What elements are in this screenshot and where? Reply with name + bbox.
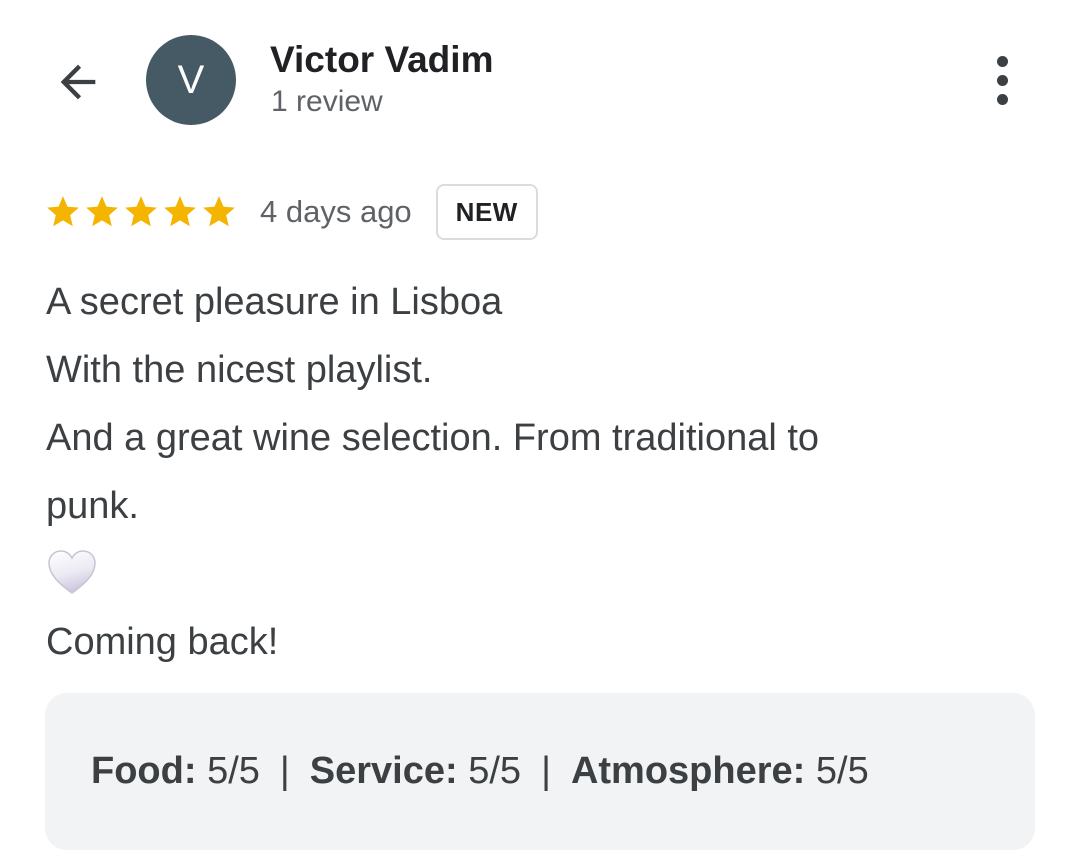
review-text: A secret pleasure in Lisboa With the nic…	[46, 268, 1036, 676]
star-icon	[203, 196, 235, 227]
author-name[interactable]: Victor Vadim	[270, 38, 493, 82]
star-icon	[164, 196, 196, 227]
star-icon	[125, 196, 157, 227]
more-vert-icon	[996, 55, 1008, 67]
more-vert-icon-dot	[996, 93, 1008, 105]
star-rating	[44, 193, 238, 231]
rating-row: 4 days ago NEW	[44, 182, 538, 242]
star-icon	[47, 196, 79, 227]
star-icon	[86, 196, 118, 227]
emoji-line	[46, 540, 1036, 608]
review-line: With the nicest playlist.	[46, 349, 433, 391]
more-vert-icon-dot	[996, 74, 1008, 86]
food-rating: Food: 5/5	[91, 750, 260, 793]
service-rating-label: Service:	[309, 750, 458, 792]
review-line: A secret pleasure in Lisboa	[46, 281, 503, 323]
more-options-button[interactable]	[978, 50, 1026, 110]
arrow-back-icon	[60, 64, 96, 100]
sub-ratings-panel: Food: 5/5 | Service: 5/5 | Atmosphere: 5…	[45, 693, 1035, 850]
new-badge: NEW	[435, 184, 538, 240]
atmosphere-rating: Atmosphere: 5/5	[571, 750, 869, 793]
avatar[interactable]: V	[146, 35, 236, 125]
review-line: And a great wine selection. From traditi…	[46, 417, 820, 459]
review-page: V Victor Vadim 1 review 4 days ago NEW A…	[0, 0, 1080, 864]
food-rating-value: 5/5	[207, 750, 260, 792]
author-review-count: 1 review	[271, 85, 383, 118]
review-time: 4 days ago	[260, 194, 412, 229]
service-rating: Service: 5/5	[310, 750, 521, 793]
separator: |	[279, 750, 290, 792]
review-line: punk.	[46, 485, 139, 527]
avatar-initial: V	[177, 57, 205, 102]
atmosphere-rating-value: 5/5	[815, 750, 869, 792]
service-rating-value: 5/5	[468, 750, 522, 792]
food-rating-label: Food:	[91, 750, 197, 792]
separator: |	[541, 750, 551, 792]
review-closing: Coming back!	[46, 621, 279, 663]
back-button[interactable]	[48, 52, 108, 112]
white-heart-icon	[48, 550, 96, 594]
atmosphere-rating-label: Atmosphere:	[570, 750, 806, 792]
